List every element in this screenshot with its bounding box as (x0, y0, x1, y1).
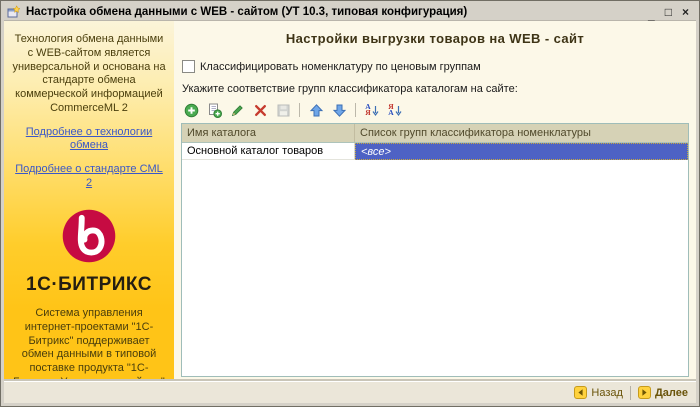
catalog-mapping-table: Имя каталога Список групп классификатора… (181, 123, 689, 377)
footer-separator (630, 386, 631, 400)
next-button-label: Далее (655, 387, 688, 399)
app-body: Технология обмена данными с WEB-сайтом я… (4, 20, 696, 381)
bitrix-logo-text: 1С·БИТРИКС (12, 273, 166, 297)
edit-pencil-icon (230, 103, 245, 118)
title-bar: Настройка обмена данными с WEB - сайтом … (4, 3, 696, 20)
bitrix-logo-icon (60, 207, 118, 270)
classify-checkbox-label: Классифицировать номенклатуру по ценовым… (200, 61, 481, 73)
move-up-icon (309, 103, 324, 118)
window-icon (7, 5, 21, 19)
sort-ascending-icon: А Я (365, 104, 378, 117)
add-copy-button[interactable] (204, 101, 224, 119)
main-panel: Настройки выгрузки товаров на WEB - сайт… (174, 21, 696, 381)
classify-by-price-groups-row: Классифицировать номенклатуру по ценовым… (182, 60, 689, 73)
link-cml-standard[interactable]: Подробнее о стандарте CML 2 (12, 163, 166, 191)
cell-catalog-name[interactable]: Основной каталог товаров (182, 143, 355, 160)
sidebar-description-text: Система управления интернет-проектами "1… (12, 307, 166, 381)
cell-group-list-selected[interactable]: <все> (355, 143, 688, 160)
sidebar: Технология обмена данными с WEB-сайтом я… (4, 21, 174, 381)
minimize-icon[interactable]: _ (648, 10, 655, 20)
save-floppy-icon (276, 103, 291, 118)
window-controls: _ □ × (648, 7, 693, 17)
window-title: Настройка обмена данными с WEB - сайтом … (26, 6, 643, 18)
toolbar-separator (299, 103, 300, 117)
add-copy-icon (207, 103, 222, 118)
table-toolbar: А Я Я А (181, 99, 689, 123)
sort-descending-button[interactable]: Я А (385, 101, 405, 119)
toolbar-separator (355, 103, 356, 117)
column-header-group-list[interactable]: Список групп классификатора номенклатуры (355, 124, 688, 142)
sort-descending-icon: Я А (388, 104, 401, 117)
back-button-label: Назад (591, 387, 623, 399)
back-button[interactable]: Назад (574, 386, 623, 399)
add-icon (184, 103, 199, 118)
wizard-footer: Назад Далее (4, 381, 696, 403)
maximize-icon[interactable]: □ (665, 7, 672, 17)
move-up-button[interactable] (306, 101, 326, 119)
sidebar-intro-text: Технология обмена данными с WEB-сайтом я… (12, 33, 166, 116)
sort-ascending-button[interactable]: А Я (362, 101, 382, 119)
back-arrow-icon (574, 386, 587, 399)
page-title: Настройки выгрузки товаров на WEB - сайт (181, 31, 689, 46)
wizard-window: Настройка обмена данными с WEB - сайтом … (0, 0, 700, 407)
table-row: Основной каталог товаров <все> (182, 143, 688, 160)
delete-button[interactable] (250, 101, 270, 119)
delete-icon (253, 103, 268, 118)
mapping-instruction-text: Укажите соответствие групп классификатор… (182, 83, 689, 95)
move-down-icon (332, 103, 347, 118)
add-button[interactable] (181, 101, 201, 119)
link-technology-details[interactable]: Подробнее о технологии обмена (12, 126, 166, 154)
edit-button[interactable] (227, 101, 247, 119)
save-button[interactable] (273, 101, 293, 119)
close-icon[interactable]: × (682, 7, 689, 17)
table-header-row: Имя каталога Список групп классификатора… (182, 124, 688, 143)
move-down-button[interactable] (329, 101, 349, 119)
classify-checkbox[interactable] (182, 60, 195, 73)
column-header-catalog-name[interactable]: Имя каталога (182, 124, 355, 142)
next-button[interactable]: Далее (638, 386, 688, 399)
table-empty-area (182, 160, 688, 376)
next-arrow-icon (638, 386, 651, 399)
